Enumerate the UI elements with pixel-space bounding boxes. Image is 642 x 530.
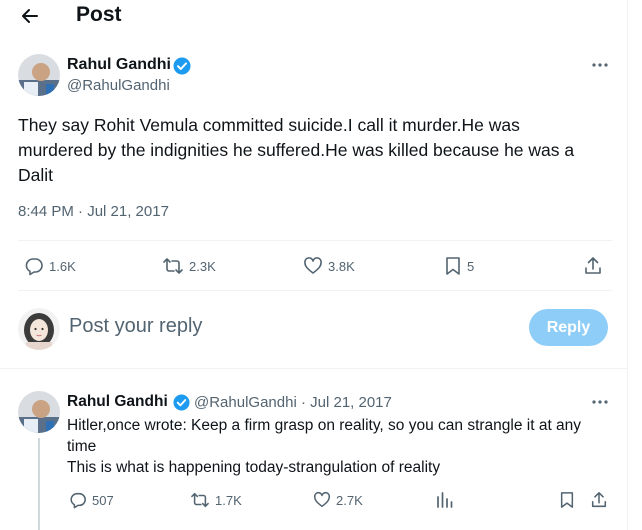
reply-reply-count: 507 [92,492,114,508]
share-icon [585,257,601,274]
reply-date[interactable]: Jul 21, 2017 [310,394,392,411]
post-text: They say Rohit Vemula committed suicide.… [18,113,618,188]
reply-repost-count: 1.7K [215,492,242,508]
post-detail-view: Post Rahul Gandhi @RahulGandhi They say … [0,0,628,530]
more-horizontal-icon [592,400,608,404]
reply-icon [70,492,86,509]
arrow-left-icon [22,9,38,23]
back-button[interactable] [16,2,44,30]
reply-meta: @RahulGandhi · Jul 21, 2017 [194,394,392,411]
reply-text-line: time [67,438,97,455]
reply-author-avatar[interactable] [18,391,60,433]
verified-badge-icon [173,394,190,411]
author-handle[interactable]: @RahulGandhi [67,77,170,94]
more-horizontal-icon [592,63,608,67]
post-text-line: murdered by the indignities he suffered.… [18,140,575,160]
post-text-line: They say Rohit Vemula committed suicide.… [18,115,520,135]
bookmark-icon [446,257,460,275]
reply-icon [25,258,43,276]
heart-icon [313,491,331,508]
divider [18,290,612,291]
reply-text: Hitler,once wrote: Keep a firm grasp on … [67,415,612,478]
repost-action[interactable]: 2.3K [162,256,216,276]
repost-icon [163,258,183,274]
share-icon [591,492,607,508]
reply-author-name[interactable]: Rahul Gandhi [67,393,168,411]
divider [18,240,612,241]
reply-input[interactable]: Post your reply [69,315,202,338]
views-icon [437,492,453,508]
reply-like-action[interactable]: 2.7K [313,491,363,509]
reply-views-action[interactable] [436,491,454,509]
reply-like-count: 2.7K [336,492,363,508]
post-more-button[interactable] [589,56,611,74]
repost-count: 2.3K [189,258,216,274]
like-action[interactable]: 3.8K [303,256,355,276]
repost-icon [191,492,209,508]
current-user-avatar[interactable] [18,308,60,350]
heart-icon [304,257,322,274]
bookmark-action[interactable]: 5 [444,256,474,276]
post-text-line: Dalit [18,165,54,185]
reply-text-line: Hitler,once wrote: Keep a firm grasp on … [67,417,582,434]
bookmark-count: 5 [467,258,475,274]
author-name[interactable]: Rahul Gandhi [67,56,171,74]
reply-bookmark-action[interactable] [559,491,575,509]
author-avatar[interactable] [18,54,60,96]
share-action[interactable] [583,256,603,276]
post-timestamp[interactable]: 8:44 PM · Jul 21, 2017 [18,203,169,220]
verified-badge-icon [173,57,191,75]
reply-action[interactable]: 1.6K [24,256,76,276]
divider [0,368,628,369]
reply-button[interactable]: Reply [529,309,608,346]
reply-text-line: This is what is happening today-strangul… [67,459,441,476]
page-header: Post [0,0,628,34]
reply-author-handle[interactable]: @RahulGandhi [194,394,297,411]
like-count: 3.8K [328,258,355,274]
reply-repost-action[interactable]: 1.7K [190,491,242,509]
reply-more-button[interactable] [589,393,611,411]
bookmark-icon [560,492,574,508]
reply-share-action[interactable] [590,491,608,509]
page-title: Post [76,3,122,26]
reply-count: 1.6K [49,258,76,274]
thread-connector [38,438,40,530]
reply-reply-action[interactable]: 507 [69,491,114,509]
meta-separator: · [300,394,306,411]
